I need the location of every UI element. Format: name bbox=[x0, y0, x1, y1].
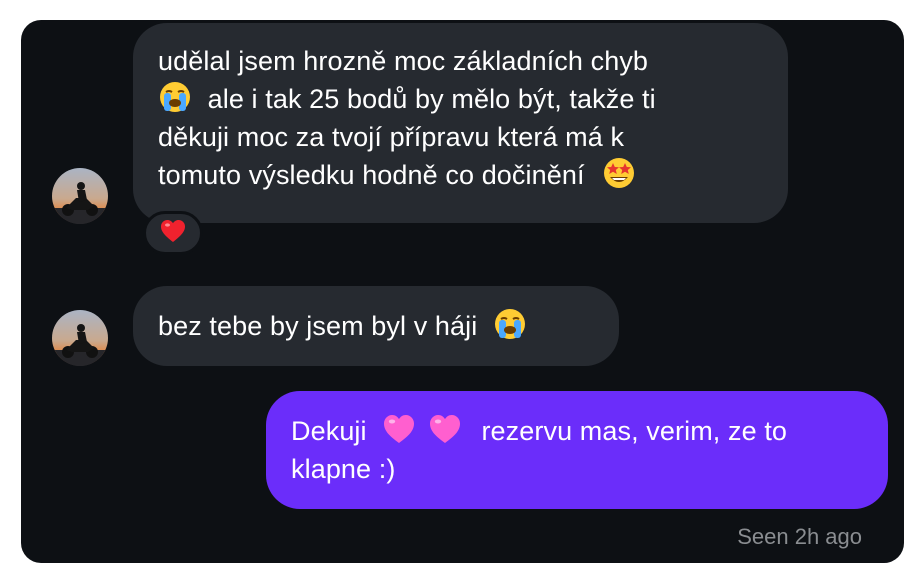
loudly-crying-face-icon bbox=[493, 307, 527, 341]
message-text: rezervu mas, verim, ze to bbox=[481, 416, 788, 446]
seen-status: Seen 2h ago bbox=[737, 524, 862, 549]
message-text: Dekuji bbox=[291, 416, 367, 446]
message-text: bez tebe by jsem byl v háji bbox=[158, 311, 478, 341]
pink-heart-icon bbox=[382, 412, 416, 446]
incoming-message-bubble[interactable]: bez tebe by jsem byl v háji bbox=[133, 286, 619, 366]
message-text: ale i tak 25 bodů by mělo být, takže ti bbox=[207, 84, 656, 114]
contact-avatar[interactable] bbox=[52, 168, 108, 224]
outgoing-message-bubble[interactable]: Dekuji rezervu mas, verim, ze to klapne … bbox=[266, 391, 888, 509]
pink-heart-icon bbox=[428, 412, 462, 446]
loudly-crying-face-icon bbox=[158, 80, 192, 114]
message-text: tomuto výsledku hodně co dočinění bbox=[158, 160, 585, 190]
incoming-message-bubble[interactable]: udělal jsem hrozně moc základních chyb a… bbox=[133, 23, 788, 223]
star-struck-face-icon bbox=[602, 156, 636, 190]
message-text: děkuji moc za tvojí přípravu která má k bbox=[158, 122, 625, 152]
message-text: klapne :) bbox=[291, 454, 396, 484]
contact-avatar[interactable] bbox=[52, 310, 108, 366]
chat-thread: udělal jsem hrozně moc základních chyb a… bbox=[21, 20, 904, 563]
red-heart-icon bbox=[160, 219, 186, 248]
message-reaction[interactable] bbox=[143, 211, 203, 255]
message-text: udělal jsem hrozně moc základních chyb bbox=[158, 46, 649, 76]
